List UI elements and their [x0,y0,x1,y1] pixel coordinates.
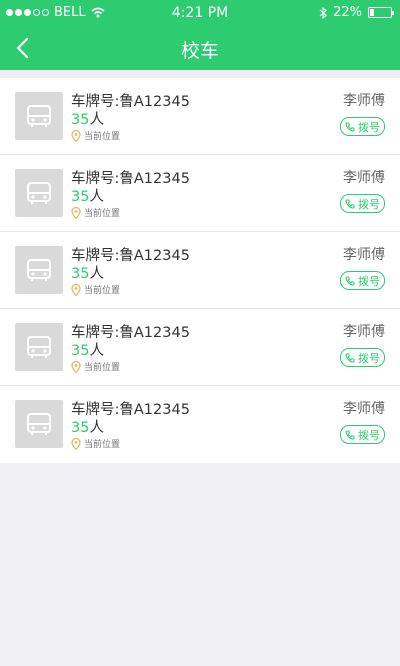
passenger-count-number: 35 [71,266,90,282]
bus-list-item[interactable]: 车牌号:鲁A12345 35人 当前位置 李师傅 拨号 [0,386,400,463]
current-location-label: 当前位置 [84,209,121,219]
bluetooth-icon [319,6,327,19]
battery-percent: 22% [333,5,362,20]
location-pin-icon [71,437,81,450]
app-header: BELL 4:21 PM 22% 校车 [0,0,400,70]
bus-list-item[interactable]: 车牌号:鲁A12345 35人 当前位置 李师傅 拨号 [0,78,400,155]
location-pin-icon [71,129,81,142]
phone-icon [345,276,355,286]
phone-icon [345,122,355,132]
current-location-link[interactable]: 当前位置 [71,283,120,296]
bus-icon [27,413,51,435]
bus-list-item[interactable]: 车牌号:鲁A12345 35人 当前位置 李师傅 拨号 [0,232,400,309]
dial-button-label: 拨号 [358,428,380,442]
bus-icon [27,259,51,281]
passenger-count: 35人 [71,339,104,360]
dial-button[interactable]: 拨号 [340,425,385,444]
status-bar: BELL 4:21 PM 22% [0,0,400,26]
current-location-label: 当前位置 [84,132,121,142]
phone-icon [345,430,355,440]
passenger-count-unit: 人 [89,343,104,359]
current-location-link[interactable]: 当前位置 [71,360,120,373]
battery-level [370,9,375,16]
passenger-count: 35人 [71,108,104,129]
school-bus-list: 车牌号:鲁A12345 35人 当前位置 李师傅 拨号 车牌号:鲁A12345 … [0,78,400,463]
bus-thumbnail [15,92,63,140]
driver-name: 李师傅 [343,401,385,417]
nav-bar: 校车 [0,26,400,70]
passenger-count: 35人 [71,416,104,437]
dial-button-label: 拨号 [358,197,380,211]
driver-name: 李师傅 [343,324,385,340]
page-title: 校车 [180,40,219,62]
current-location-link[interactable]: 当前位置 [71,129,120,142]
current-location-link[interactable]: 当前位置 [71,206,120,219]
bus-thumbnail [15,169,63,217]
phone-icon [345,199,355,209]
bus-icon [27,105,51,127]
driver-name: 李师傅 [343,247,385,263]
passenger-count: 35人 [71,262,104,283]
passenger-count-number: 35 [71,343,90,359]
current-location-label: 当前位置 [84,286,121,296]
bus-icon [27,336,51,358]
passenger-count-number: 35 [71,420,90,436]
dial-button[interactable]: 拨号 [340,348,385,367]
passenger-count-number: 35 [71,189,90,205]
dial-button[interactable]: 拨号 [340,271,385,290]
passenger-count-unit: 人 [89,420,104,436]
passenger-count-unit: 人 [89,189,104,205]
location-pin-icon [71,360,81,373]
bus-list-item[interactable]: 车牌号:鲁A12345 35人 当前位置 李师傅 拨号 [0,309,400,386]
passenger-count-unit: 人 [89,266,104,282]
bus-list-item[interactable]: 车牌号:鲁A12345 35人 当前位置 李师傅 拨号 [0,155,400,232]
passenger-count-number: 35 [71,112,90,128]
dial-button[interactable]: 拨号 [340,194,385,213]
location-pin-icon [71,283,81,296]
driver-name: 李师傅 [343,93,385,109]
battery-icon [368,7,394,18]
bus-thumbnail [15,323,63,371]
dial-button-label: 拨号 [358,351,380,365]
current-location-label: 当前位置 [84,440,121,450]
dial-button-label: 拨号 [358,120,380,134]
bus-icon [27,182,51,204]
location-pin-icon [71,206,81,219]
current-location-label: 当前位置 [84,363,121,373]
passenger-count-unit: 人 [89,112,104,128]
passenger-count: 35人 [71,185,104,206]
phone-icon [345,353,355,363]
bus-thumbnail [15,246,63,294]
dial-button-label: 拨号 [358,274,380,288]
dial-button[interactable]: 拨号 [340,117,385,136]
status-right: 22% [319,5,394,20]
bus-thumbnail [15,400,63,448]
driver-name: 李师傅 [343,170,385,186]
current-location-link[interactable]: 当前位置 [71,437,120,450]
